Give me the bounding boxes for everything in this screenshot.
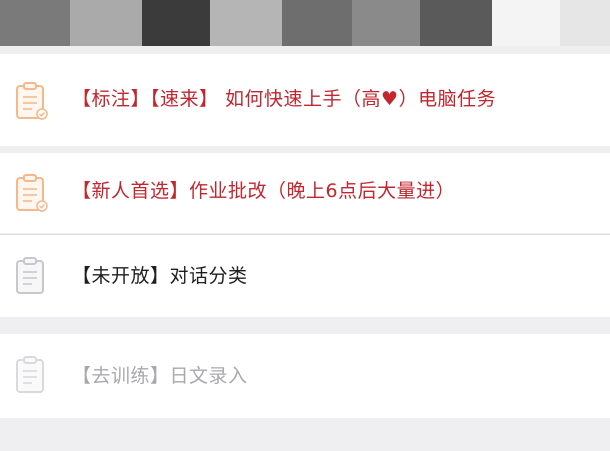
clipboard-icon <box>16 356 44 393</box>
task-card-dialogue-classification[interactable]: 【未开放】对话分类 <box>0 235 610 317</box>
blurred-header <box>0 0 610 46</box>
task-title: 【未开放】对话分类 <box>72 265 248 287</box>
task-title: 【新人首选】作业批改（晚上6点后大量进） <box>72 180 456 202</box>
task-card-labeling[interactable]: 【标注】【速来】 如何快速上手（高♥）电脑任务 <box>0 54 610 146</box>
clipboard-icon <box>16 174 48 212</box>
clipboard-icon <box>16 82 48 120</box>
clipboard-icon <box>16 257 44 294</box>
task-card-japanese-input[interactable]: 【去训练】日文录入 <box>0 334 610 418</box>
task-title: 【去训练】日文录入 <box>72 365 248 387</box>
task-title: 【标注】【速来】 如何快速上手（高♥）电脑任务 <box>72 88 497 110</box>
task-card-homework-grading[interactable]: 【新人首选】作业批改（晚上6点后大量进） <box>0 153 610 233</box>
